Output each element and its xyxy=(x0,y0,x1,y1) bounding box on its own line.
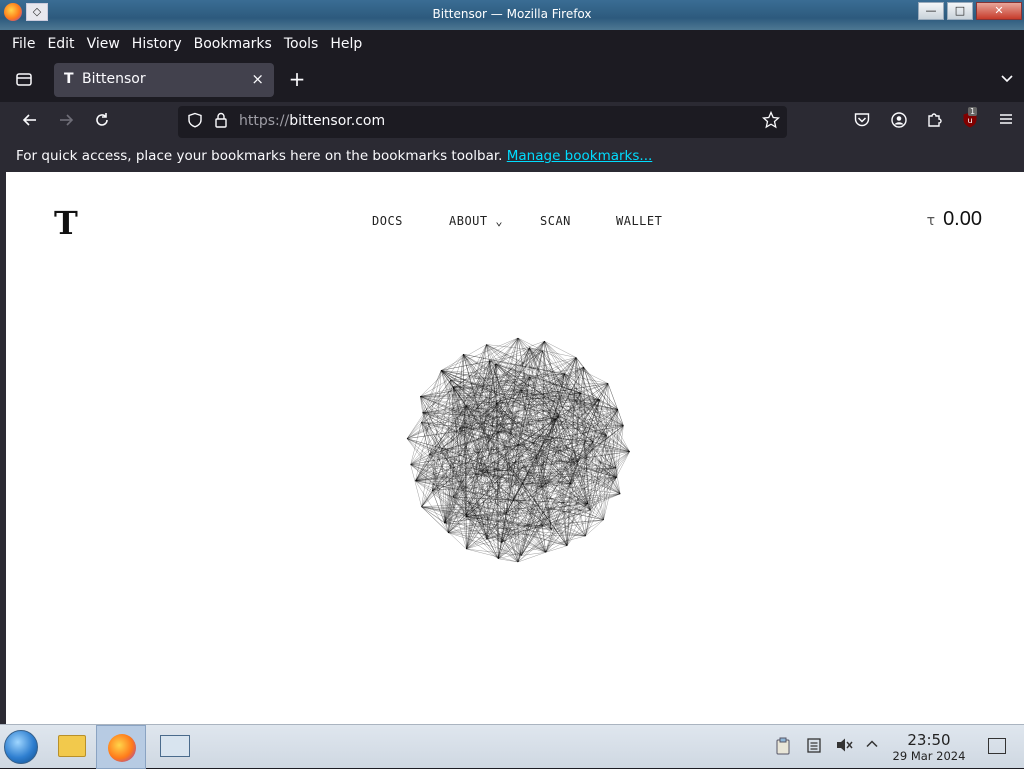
menu-view[interactable]: View xyxy=(81,36,126,52)
site-logo[interactable]: T xyxy=(54,204,78,242)
tracking-protection-shield-icon[interactable] xyxy=(186,112,204,130)
window-title: Bittensor — Mozilla Firefox xyxy=(0,7,1024,21)
clock-date: 29 Mar 2024 xyxy=(884,749,974,763)
tab-close-icon[interactable]: × xyxy=(251,70,264,88)
bookmarks-empty-message: For quick access, place your bookmarks h… xyxy=(16,148,502,164)
network-sphere-graphic xyxy=(398,330,638,570)
balance-value: 0.00 xyxy=(943,208,982,231)
menu-bar: File Edit View History Bookmarks Tools H… xyxy=(0,30,1024,58)
start-menu-button[interactable] xyxy=(4,730,38,764)
list-all-tabs-icon[interactable] xyxy=(998,70,1016,88)
menu-history[interactable]: History xyxy=(126,36,188,52)
folder-icon xyxy=(58,735,86,757)
taskbar-file-manager[interactable] xyxy=(46,725,96,769)
tab-strip: T Bittensor × + xyxy=(0,58,1024,102)
extensions-icon[interactable] xyxy=(923,111,945,133)
ublock-badge-count: 1 xyxy=(968,107,977,116)
svg-text:u: u xyxy=(967,116,972,125)
taskbar-system-settings[interactable] xyxy=(148,725,198,769)
volume-muted-icon[interactable] xyxy=(834,737,854,757)
nav-docs[interactable]: DOCS xyxy=(372,214,403,228)
nav-toolbar: https://bittensor.com u xyxy=(0,102,1024,142)
chevron-down-icon: ⌄ xyxy=(495,214,503,228)
firefox-view-icon[interactable] xyxy=(14,70,34,90)
nav-about[interactable]: ABOUT ⌄ xyxy=(449,214,503,228)
menu-tools[interactable]: Tools xyxy=(278,36,325,52)
url-host: bittensor.com xyxy=(289,113,385,129)
bookmark-star-icon[interactable] xyxy=(761,111,781,131)
menu-help[interactable]: Help xyxy=(324,36,368,52)
wallet-balance[interactable]: τ 0.00 xyxy=(927,208,982,231)
tray-expand-icon[interactable] xyxy=(862,737,882,755)
sphere-edges xyxy=(407,338,630,562)
clipboard-icon[interactable] xyxy=(773,737,793,759)
minimize-button[interactable]: — xyxy=(918,2,944,20)
taskbar-firefox[interactable] xyxy=(96,725,146,769)
bookmarks-toolbar: For quick access, place your bookmarks h… xyxy=(0,142,1024,172)
maximize-button[interactable]: □ xyxy=(947,2,973,20)
close-window-button[interactable]: ✕ xyxy=(976,2,1022,20)
show-desktop-button[interactable] xyxy=(988,738,1006,754)
lock-icon[interactable] xyxy=(212,112,230,130)
url-bar[interactable]: https://bittensor.com xyxy=(178,106,787,138)
taskbar-clock[interactable]: 23:50 29 Mar 2024 xyxy=(884,731,974,763)
back-icon[interactable] xyxy=(19,111,41,133)
new-tab-button[interactable]: + xyxy=(286,68,308,90)
tab-title: Bittensor xyxy=(82,71,146,87)
hamburger-menu-icon[interactable] xyxy=(995,111,1017,133)
nav-about-label: ABOUT xyxy=(449,214,488,228)
computer-settings-icon xyxy=(160,735,190,757)
account-icon[interactable] xyxy=(888,111,910,133)
pocket-icon[interactable] xyxy=(851,111,873,133)
page-content: T DOCS ABOUT ⌄ SCAN WALLET τ 0.00 xyxy=(6,172,1024,724)
notes-icon[interactable] xyxy=(804,737,824,757)
tao-currency-symbol: τ xyxy=(927,213,935,229)
manage-bookmarks-link[interactable]: Manage bookmarks... xyxy=(507,148,653,164)
menu-edit[interactable]: Edit xyxy=(41,36,80,52)
url-text[interactable]: https://bittensor.com xyxy=(239,113,385,129)
firefox-icon xyxy=(108,734,136,762)
tab-bittensor[interactable]: T Bittensor × xyxy=(54,63,274,97)
window-titlebar: ◇ Bittensor — Mozilla Firefox — □ ✕ xyxy=(0,0,1024,30)
reload-icon[interactable] xyxy=(91,111,113,133)
taskbar: 23:50 29 Mar 2024 xyxy=(0,724,1024,768)
clock-time: 23:50 xyxy=(884,731,974,749)
menu-file[interactable]: File xyxy=(6,36,41,52)
url-scheme: https:// xyxy=(239,113,289,129)
menu-bookmarks[interactable]: Bookmarks xyxy=(188,36,278,52)
nav-scan[interactable]: SCAN xyxy=(540,214,571,228)
tab-favicon-icon: T xyxy=(64,71,74,87)
forward-icon[interactable] xyxy=(55,111,77,133)
nav-wallet[interactable]: WALLET xyxy=(616,214,662,228)
